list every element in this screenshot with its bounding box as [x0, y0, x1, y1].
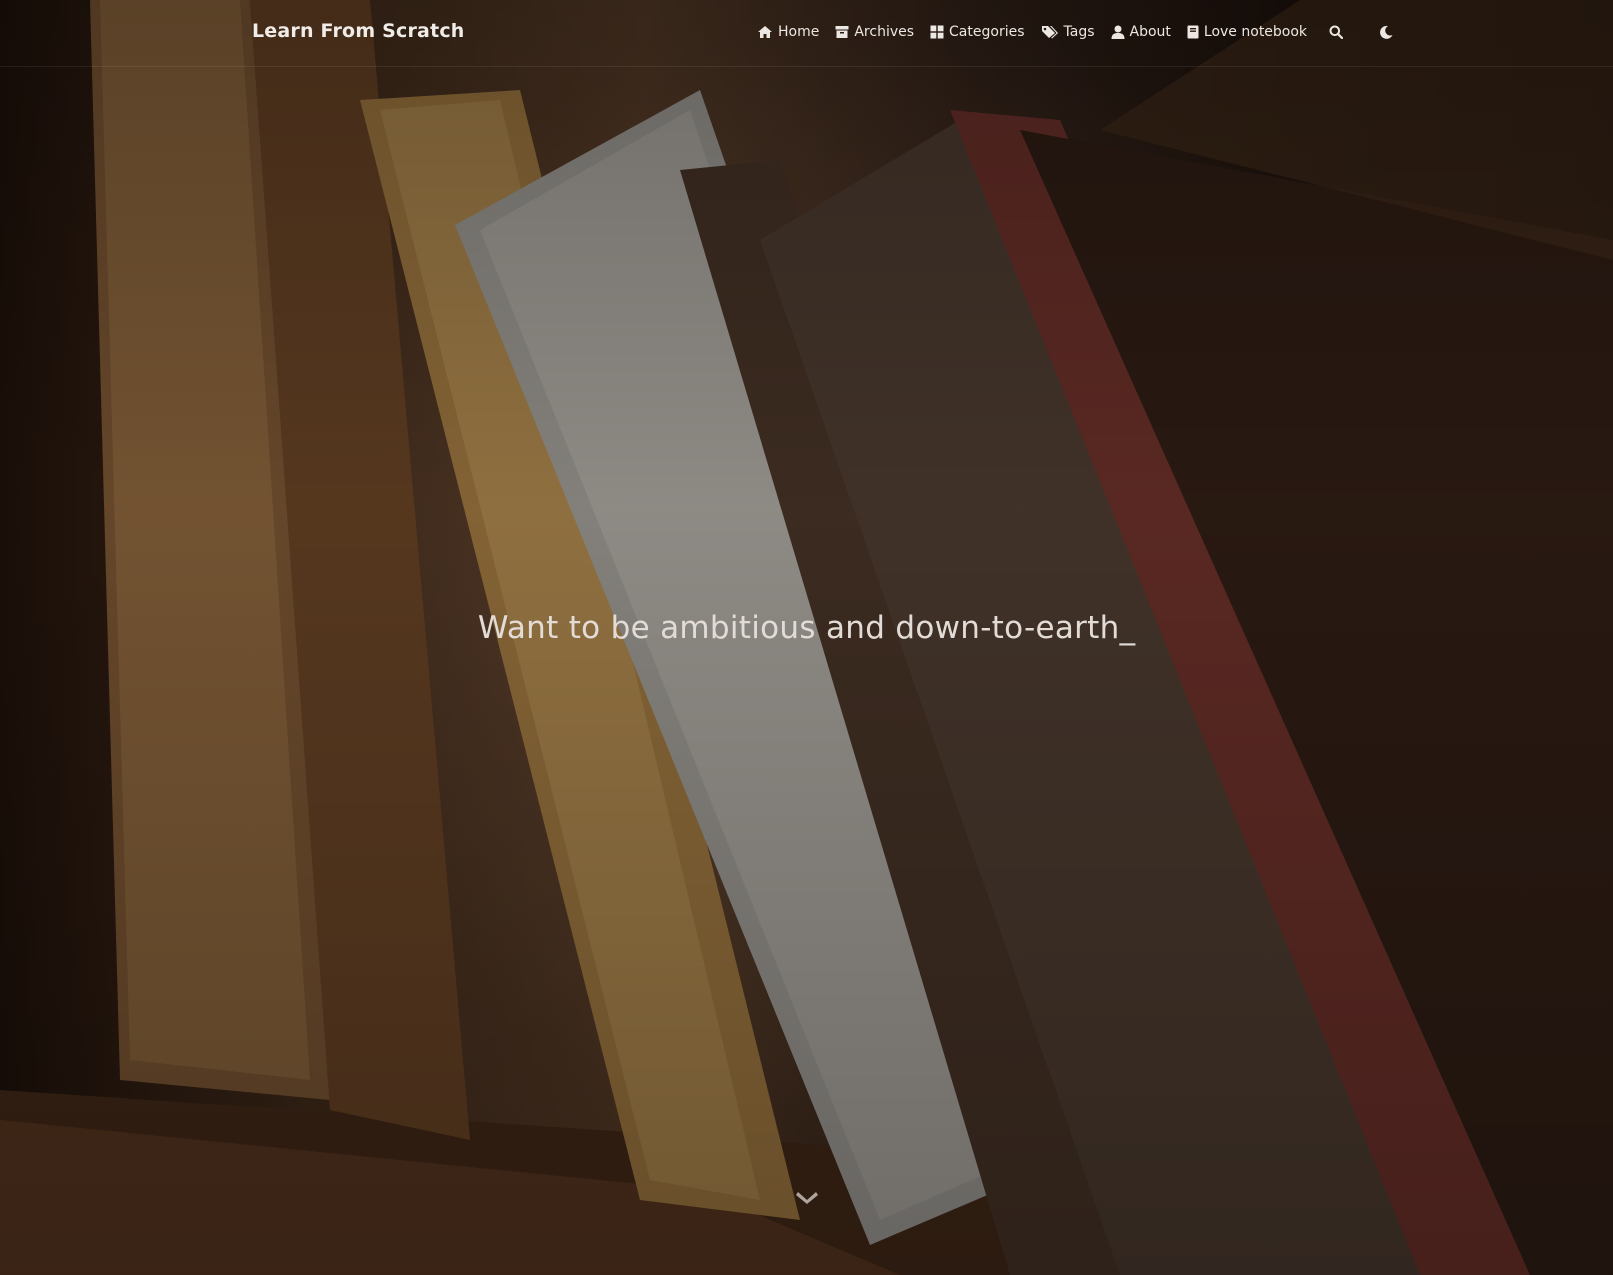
home-icon [758, 26, 772, 38]
search-button[interactable] [1327, 22, 1345, 42]
nav-item-categories[interactable]: Categories [930, 24, 1025, 40]
chevron-down-icon [796, 1192, 818, 1204]
site-brand-link[interactable]: Learn From Scratch [252, 20, 465, 42]
hero-subtitle-container: Want to be ambitious and down-to-earth_ [0, 610, 1613, 646]
nav-item-love-notebook[interactable]: Love notebook [1187, 24, 1307, 40]
search-icon [1329, 25, 1344, 39]
typing-cursor: _ [1119, 610, 1136, 646]
categories-icon [930, 25, 944, 39]
scroll-down-button[interactable] [795, 1188, 819, 1206]
dark-mode-toggle[interactable] [1377, 22, 1395, 42]
nav-item-label: Tags [1063, 24, 1095, 40]
nav-menu: Home Archives Categories Tags About Love… [757, 22, 1395, 42]
moon-icon [1380, 25, 1393, 39]
hero-subtitle: Want to be ambitious and down-to-earth [477, 610, 1120, 646]
nav-item-tags[interactable]: Tags [1041, 24, 1095, 40]
nav-item-label: Love notebook [1203, 24, 1308, 40]
nav-item-archives[interactable]: Archives [835, 24, 914, 40]
nav-item-home[interactable]: Home [757, 24, 819, 40]
tags-icon [1041, 26, 1058, 39]
nav-item-label: Categories [949, 24, 1025, 40]
archive-icon [835, 26, 849, 38]
top-navbar: Learn From Scratch Home Archives Categor [0, 0, 1613, 67]
nav-item-label: Archives [854, 24, 915, 40]
nav-item-about[interactable]: About [1111, 24, 1171, 40]
nav-item-label: Home [778, 24, 820, 40]
nav-item-label: About [1129, 24, 1171, 40]
user-icon [1111, 25, 1124, 39]
book-icon [1187, 25, 1199, 39]
